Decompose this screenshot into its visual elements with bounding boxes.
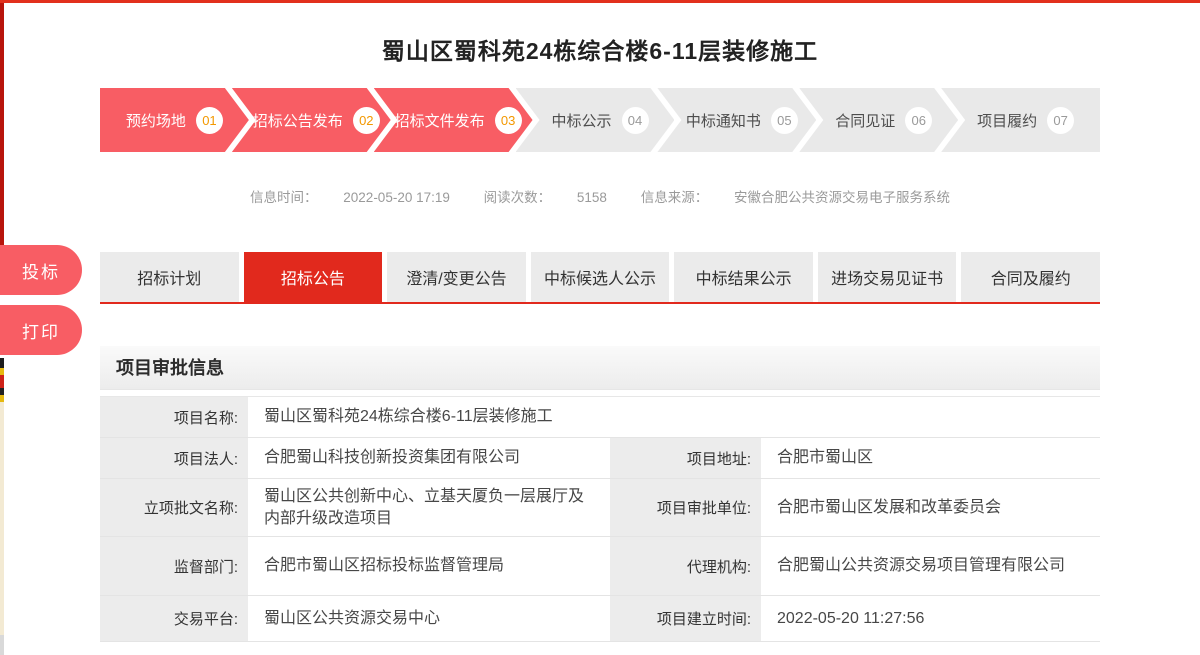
- step-number-badge: 06: [905, 107, 932, 134]
- step-contract-witness[interactable]: 合同见证 06: [799, 88, 958, 152]
- field-label: 项目法人:: [100, 438, 250, 478]
- step-number-badge: 02: [353, 107, 380, 134]
- field-value: 合肥蜀山科技创新投资集团有限公司: [250, 438, 608, 478]
- table-row: 监督部门: 合肥市蜀山区招标投标监督管理局 代理机构: 合肥蜀山公共资源交易项目…: [100, 537, 1100, 596]
- field-value: 合肥市蜀山区招标投标监督管理局: [250, 537, 608, 595]
- tab-candidate-publicity[interactable]: 中标候选人公示: [531, 252, 670, 302]
- read-count-value: 5158: [577, 190, 607, 205]
- project-approval-table: 项目名称: 蜀山区蜀科苑24栋综合楼6-11层装修施工 项目法人: 合肥蜀山科技…: [100, 396, 1100, 642]
- tab-entry-certificate[interactable]: 进场交易见证书: [818, 252, 957, 302]
- tab-bar-underline: [100, 302, 1100, 304]
- field-label: 代理机构:: [608, 537, 763, 595]
- step-winner-publicity[interactable]: 中标公示 04: [516, 88, 675, 152]
- step-reserve-venue[interactable]: 预约场地 01: [100, 88, 249, 152]
- field-label: 项目名称:: [100, 397, 250, 437]
- field-label: 交易平台:: [100, 596, 250, 641]
- step-label: 中标公示: [552, 110, 612, 131]
- read-count-label: 阅读次数：: [484, 190, 552, 205]
- table-row: 立项批文名称: 蜀山区公共创新中心、立基天厦负一层展厅及内部升级改造项目 项目审…: [100, 479, 1100, 537]
- tab-contract-performance[interactable]: 合同及履约: [961, 252, 1100, 302]
- field-label: 项目审批单位:: [608, 479, 763, 536]
- step-label: 合同见证: [835, 110, 895, 131]
- field-value: 合肥市蜀山区: [763, 438, 1100, 478]
- bidding-detail-page: 蜀山区蜀科苑24栋综合楼6-11层装修施工 预约场地 01 招标公告发布 02 …: [0, 0, 1200, 655]
- table-row: 交易平台: 蜀山区公共资源交易中心 项目建立时间: 2022-05-20 11:…: [100, 596, 1100, 642]
- table-row: 项目法人: 合肥蜀山科技创新投资集团有限公司 项目地址: 合肥市蜀山区: [100, 438, 1100, 479]
- field-label: 项目地址:: [608, 438, 763, 478]
- field-label: 监督部门:: [100, 537, 250, 595]
- step-tender-announcement[interactable]: 招标公告发布 02: [232, 88, 391, 152]
- article-meta-line: 信息时间： 2022-05-20 17:19 阅读次数： 5158 信息来源： …: [100, 186, 1100, 206]
- tab-result-publicity[interactable]: 中标结果公示: [674, 252, 813, 302]
- step-project-performance[interactable]: 项目履约 07: [941, 88, 1100, 152]
- tab-tender-announcement[interactable]: 招标公告: [244, 252, 383, 302]
- step-label: 项目履约: [977, 110, 1037, 131]
- tab-tender-plan[interactable]: 招标计划: [100, 252, 239, 302]
- top-red-bar: [0, 0, 1200, 3]
- info-source-label: 信息来源：: [641, 190, 709, 205]
- step-number-badge: 01: [196, 107, 223, 134]
- step-label: 预约场地: [126, 110, 186, 131]
- step-label: 中标通知书: [686, 110, 761, 131]
- bid-button[interactable]: 投标: [0, 245, 82, 295]
- field-value: 合肥市蜀山区发展和改革委员会: [763, 479, 1100, 536]
- detail-tab-bar: 招标计划 招标公告 澄清/变更公告 中标候选人公示 中标结果公示 进场交易见证书…: [100, 252, 1100, 302]
- step-label: 招标文件发布: [395, 110, 485, 131]
- step-number-badge: 03: [495, 107, 522, 134]
- step-label: 招标公告发布: [253, 110, 343, 131]
- tab-clarification-change[interactable]: 澄清/变更公告: [387, 252, 526, 302]
- field-value: 合肥蜀山公共资源交易项目管理有限公司: [763, 537, 1100, 595]
- field-label: 立项批文名称:: [100, 479, 250, 536]
- print-button[interactable]: 打印: [0, 305, 82, 355]
- table-row: 项目名称: 蜀山区蜀科苑24栋综合楼6-11层装修施工: [100, 397, 1100, 438]
- info-time-label: 信息时间：: [250, 190, 318, 205]
- field-label: 项目建立时间:: [608, 596, 763, 641]
- field-value: 蜀山区蜀科苑24栋综合楼6-11层装修施工: [250, 397, 1100, 437]
- section-title-project-approval: 项目审批信息: [100, 346, 1100, 390]
- step-number-badge: 05: [771, 107, 798, 134]
- field-value: 蜀山区公共创新中心、立基天厦负一层展厅及内部升级改造项目: [250, 479, 608, 536]
- step-number-badge: 04: [622, 107, 649, 134]
- info-source-value: 安徽合肥公共资源交易电子服务系统: [734, 190, 950, 205]
- step-number-badge: 07: [1047, 107, 1074, 134]
- info-time-value: 2022-05-20 17:19: [343, 190, 450, 205]
- process-step-bar: 预约场地 01 招标公告发布 02 招标文件发布 03 中标公示 04 中标通知…: [100, 88, 1100, 152]
- field-value: 蜀山区公共资源交易中心: [250, 596, 608, 641]
- step-tender-documents[interactable]: 招标文件发布 03: [374, 88, 533, 152]
- step-award-notice[interactable]: 中标通知书 05: [657, 88, 816, 152]
- page-title: 蜀山区蜀科苑24栋综合楼6-11层装修施工: [0, 32, 1200, 66]
- field-value: 2022-05-20 11:27:56: [763, 596, 1100, 641]
